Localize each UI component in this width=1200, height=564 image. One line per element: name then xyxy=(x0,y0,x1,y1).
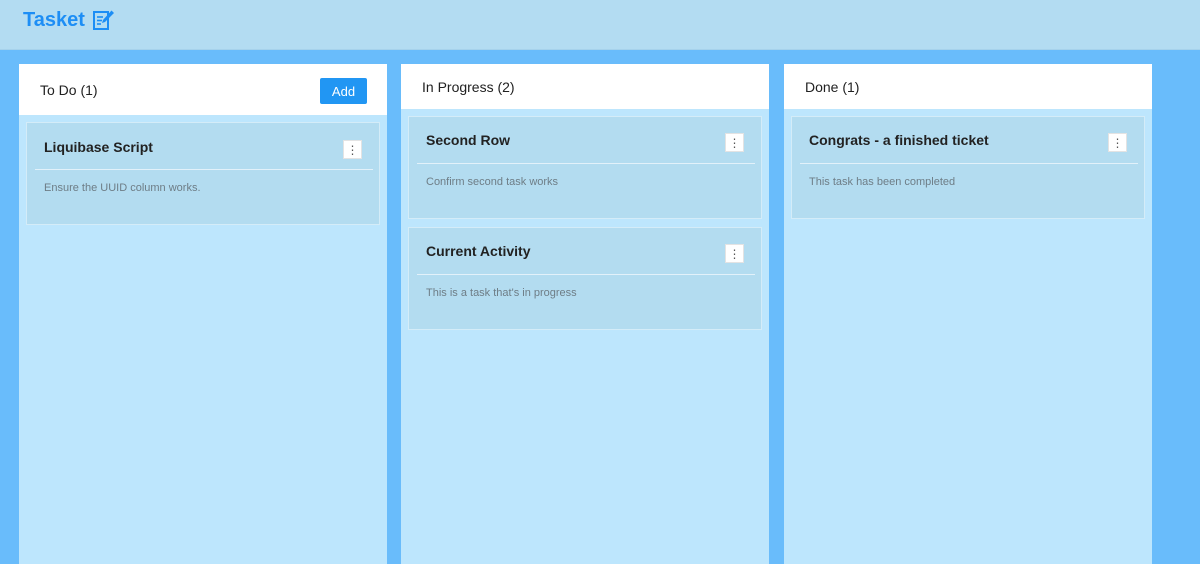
task-card[interactable]: Current Activity ⋮ This is a task that's… xyxy=(408,227,762,330)
add-task-button[interactable]: Add xyxy=(320,78,367,104)
card-description: This is a task that's in progress xyxy=(426,287,577,299)
card-title: Congrats - a finished ticket xyxy=(809,132,989,148)
card-description: This task has been completed xyxy=(809,176,956,188)
card-title: Liquibase Script xyxy=(44,139,153,155)
card-title: Current Activity xyxy=(426,243,531,259)
app-title: Tasket xyxy=(23,8,85,31)
card-divider xyxy=(417,163,755,164)
top-bar: Tasket xyxy=(0,0,1200,50)
column-header: Done (1) xyxy=(784,64,1152,109)
card-divider xyxy=(417,274,755,275)
brand[interactable]: Tasket xyxy=(23,8,115,32)
task-card[interactable]: Congrats - a finished ticket ⋮ This task… xyxy=(791,116,1145,219)
more-vertical-icon[interactable]: ⋮ xyxy=(343,140,362,159)
column-header: In Progress (2) xyxy=(401,64,769,109)
edit-document-icon xyxy=(92,10,114,30)
more-vertical-icon[interactable]: ⋮ xyxy=(725,244,744,263)
more-vertical-icon[interactable]: ⋮ xyxy=(1108,133,1127,152)
more-vertical-icon[interactable]: ⋮ xyxy=(725,133,744,152)
card-description: Confirm second task works xyxy=(426,176,559,188)
card-divider xyxy=(35,169,373,170)
column-todo: To Do (1) Add Liquibase Script ⋮ Ensure … xyxy=(19,64,387,564)
column-title: To Do (1) xyxy=(40,81,98,98)
column-header: To Do (1) Add xyxy=(19,64,387,115)
column-done: Done (1) Congrats - a finished ticket ⋮ … xyxy=(784,64,1152,564)
column-in-progress: In Progress (2) Second Row ⋮ Confirm sec… xyxy=(401,64,769,564)
card-divider xyxy=(800,163,1138,164)
task-card[interactable]: Liquibase Script ⋮ Ensure the UUID colum… xyxy=(26,122,380,225)
column-title: In Progress (2) xyxy=(422,78,515,95)
card-description: Ensure the UUID column works. xyxy=(44,182,201,194)
card-title: Second Row xyxy=(426,132,511,148)
task-card[interactable]: Second Row ⋮ Confirm second task works xyxy=(408,116,762,219)
column-title: Done (1) xyxy=(805,78,860,95)
